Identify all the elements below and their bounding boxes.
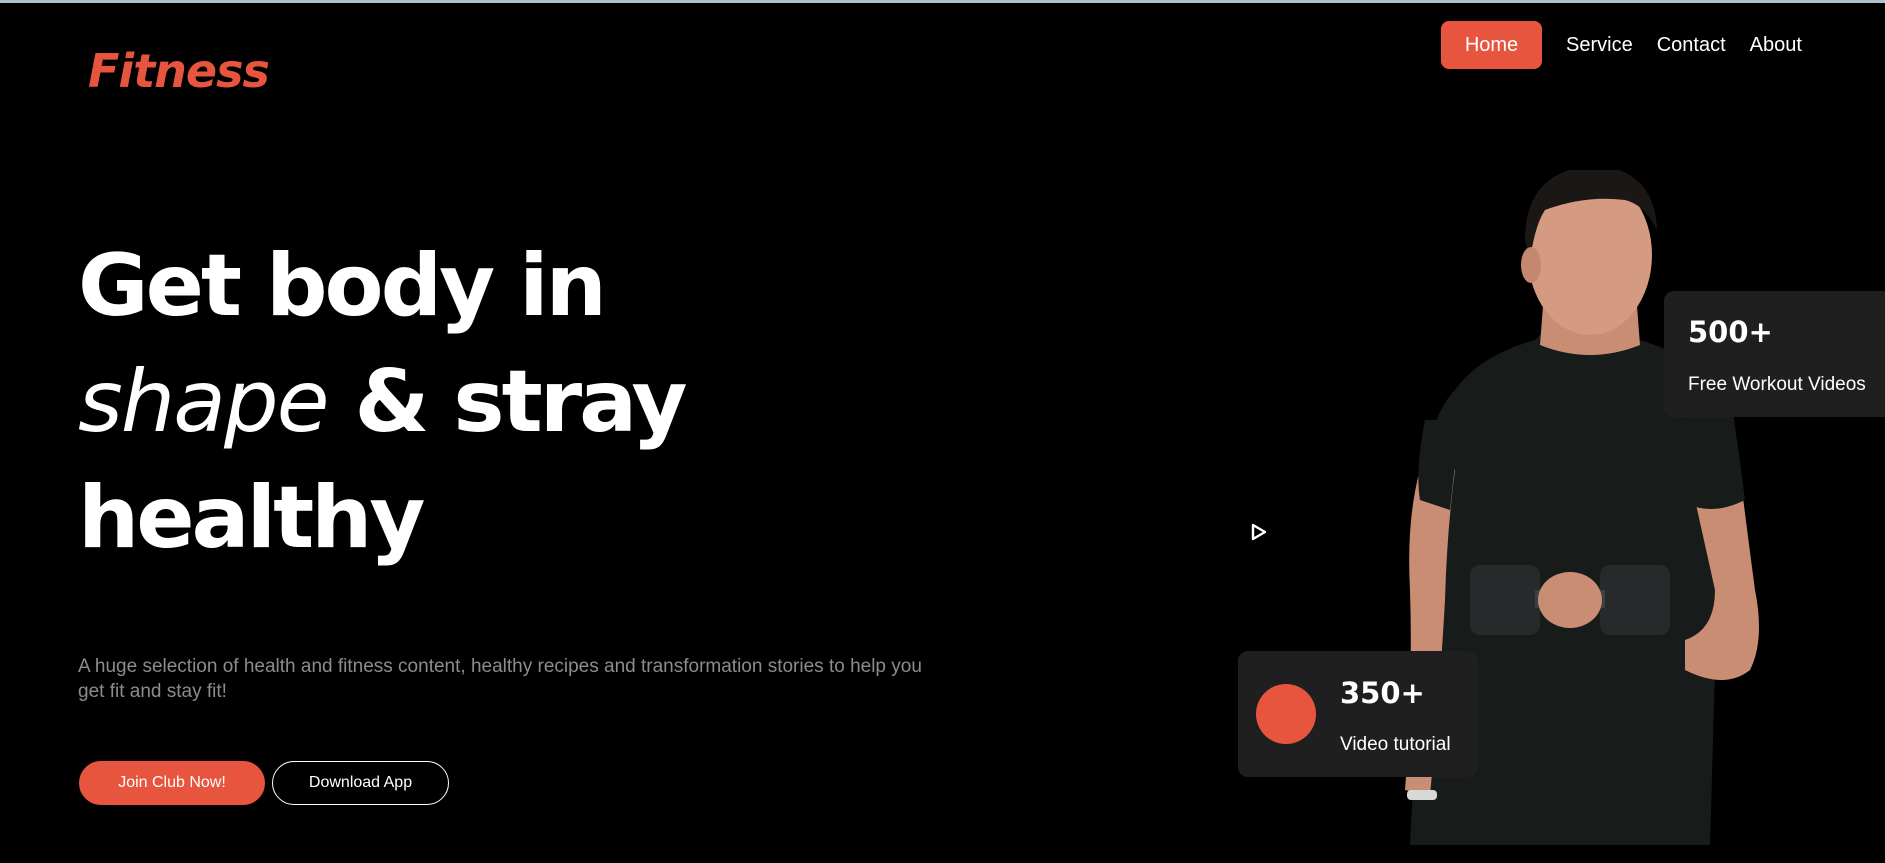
stat-label: Free Workout Videos	[1688, 374, 1866, 395]
nav-service[interactable]: Service	[1566, 21, 1633, 69]
hero-title-line1: Get body in	[78, 236, 607, 336]
stat-number: 350+	[1340, 676, 1425, 710]
top-border-line	[0, 0, 1885, 3]
hero-subtitle: A huge selection of health and fitness c…	[78, 656, 922, 702]
download-app-button[interactable]: Download App	[272, 761, 449, 805]
nav-contact[interactable]: Contact	[1657, 21, 1726, 69]
hero-title-line3: healthy	[78, 468, 425, 568]
logo[interactable]: Fitness	[88, 44, 270, 98]
red-dot-icon	[1256, 684, 1316, 744]
nav-home[interactable]: Home	[1441, 21, 1542, 69]
stat-card-video-tutorial: 350+ Video tutorial	[1238, 651, 1478, 777]
join-club-button[interactable]: Join Club Now!	[79, 761, 265, 805]
nav-about[interactable]: About	[1750, 21, 1802, 69]
hero-title: Get body in shape & stray healthy	[78, 228, 688, 576]
main-nav: Home Service Contact About	[1441, 21, 1826, 69]
hero-title-stray: & stray	[327, 352, 687, 452]
play-icon[interactable]	[1250, 522, 1268, 542]
stat-number: 500+	[1688, 315, 1773, 349]
stat-label: Video tutorial	[1340, 734, 1451, 755]
hero-title-shape: shape	[78, 352, 330, 452]
stat-card-workout-videos: 500+ Free Workout Videos	[1664, 291, 1885, 417]
